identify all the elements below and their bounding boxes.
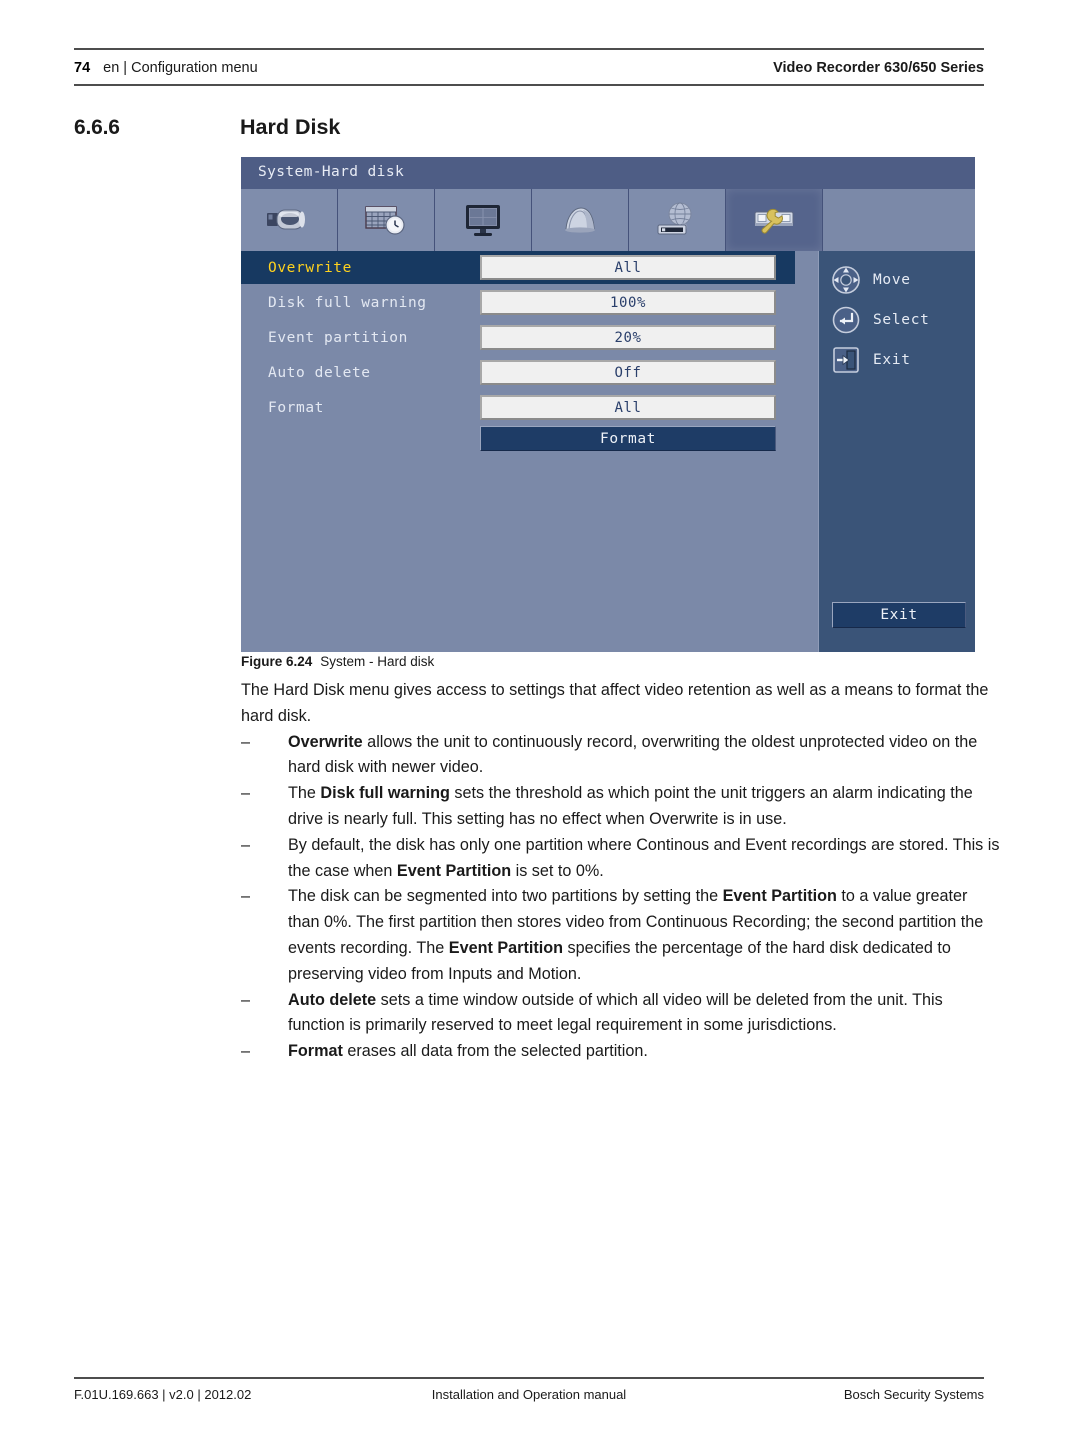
toolbar-tab-display[interactable] — [435, 189, 532, 251]
bullet-term: Auto delete — [288, 990, 377, 1009]
setting-row-auto-delete[interactable]: Auto delete Off — [241, 356, 795, 389]
setting-value-field[interactable]: Off — [480, 360, 776, 385]
toolbar-spacer — [823, 189, 975, 251]
format-button[interactable]: Format — [480, 426, 776, 451]
dpad-icon — [829, 263, 863, 297]
setting-value: 20% — [614, 329, 642, 346]
bullet-text: is set to 0%. — [511, 861, 604, 880]
nav-hint-move: Move — [829, 261, 969, 299]
bullet-text: erases all data from the selected partit… — [342, 1042, 648, 1061]
bullet-term: Event Partition — [448, 938, 564, 957]
header-rule-top — [74, 48, 984, 50]
display-icon — [466, 205, 500, 236]
setting-label: Auto delete — [268, 364, 371, 381]
nav-hint-exit: Exit — [829, 341, 969, 379]
page-footer: F.01U.169.663 | v2.0 | 2012.02 Installat… — [74, 1383, 984, 1405]
setting-value: Off — [614, 364, 642, 381]
footer-rule — [74, 1377, 984, 1379]
page-title: Hard Disk — [240, 115, 341, 139]
setting-row-format[interactable]: Format All — [241, 391, 795, 424]
bullet-item: – Format erases all data from the selecte… — [241, 1039, 1001, 1065]
bullet-dash: – — [241, 732, 251, 751]
schedule-icon — [365, 206, 405, 235]
document-page: 74 en | Configuration menu Video Recorde… — [0, 0, 1080, 1441]
header-rule-bottom — [74, 84, 984, 86]
footer-manual-title: Installation and Operation manual — [431, 1386, 627, 1402]
toolbar-tab-alarm[interactable] — [532, 189, 629, 251]
bullet-list: – Overwrite allows the unit to continuous… — [241, 730, 1001, 1065]
nav-label: Select — [873, 312, 930, 328]
bullet-term: Format — [288, 1042, 343, 1061]
exit-button-label: Exit — [880, 607, 918, 623]
bullet-term: Event Partition — [722, 887, 837, 906]
format-button-label: Format — [600, 430, 656, 447]
setting-row-disk-full-warning[interactable]: Disk full warning 100% — [241, 286, 795, 319]
setting-row-overwrite[interactable]: Overwrite All — [241, 251, 795, 284]
device-titlebar: System-Hard disk — [241, 157, 975, 190]
figure-caption: Figure 6.24 System - Hard disk — [241, 654, 434, 669]
device-window-title: System-Hard disk — [258, 164, 405, 180]
setting-label: Format — [268, 399, 324, 416]
header-product-title: Video Recorder 630/650 Series — [773, 60, 984, 76]
figure-caption-text: System - Hard disk — [320, 654, 435, 669]
bullet-text: The disk can be segmented into two parti… — [288, 887, 723, 906]
device-menu-screenshot: System-Hard disk Overwrite All Disk full… — [241, 157, 975, 652]
system-icon — [754, 208, 794, 234]
nav-hint-select: Select — [829, 301, 969, 339]
page-number: 74 — [74, 60, 91, 76]
camera-icon — [267, 209, 305, 230]
setting-label: Overwrite — [268, 259, 352, 276]
bullet-item: – Overwrite allows the unit to continuous… — [241, 730, 1001, 782]
bullet-text: allows the unit to continuously record, … — [288, 732, 978, 777]
bullet-item: – The disk can be segmented into two part… — [241, 884, 1001, 987]
toolbar-tab-system[interactable] — [726, 189, 823, 251]
network-icon — [657, 202, 692, 235]
bullet-dash: – — [241, 784, 251, 803]
setting-row-event-partition[interactable]: Event partition 20% — [241, 321, 795, 354]
toolbar-tab-schedule[interactable] — [338, 189, 435, 251]
bullet-text: By default, the disk has only one partit… — [288, 835, 1000, 880]
setting-label: Event partition — [268, 329, 408, 346]
bullet-text: sets a time window outside of which all … — [288, 990, 943, 1035]
bullet-item: – The Disk full warning sets the threshol… — [241, 781, 1001, 833]
intro-paragraph: The Hard Disk menu gives access to setti… — [241, 681, 989, 725]
setting-value: All — [614, 259, 642, 276]
bullet-term: Disk full warning — [320, 784, 450, 803]
header-breadcrumb: en | Configuration menu — [103, 60, 258, 76]
bullet-dash: – — [241, 835, 251, 854]
setting-label: Disk full warning — [268, 294, 427, 311]
bullet-text: The — [288, 784, 321, 803]
bullet-term: Event Partition — [396, 861, 512, 880]
toolbar-tab-camera[interactable] — [241, 189, 338, 251]
setting-value: All — [614, 399, 642, 416]
device-nav-panel: Move Select Exit Exit — [818, 251, 975, 652]
setting-value-field[interactable]: All — [480, 255, 776, 280]
setting-value: 100% — [609, 294, 647, 311]
bullet-dash: – — [241, 1042, 251, 1061]
nav-label: Move — [873, 272, 911, 288]
bullet-term: Overwrite — [288, 732, 363, 751]
bullet-item: – Auto delete sets a time window outside … — [241, 988, 1001, 1040]
exit-button[interactable]: Exit — [832, 602, 966, 628]
alarm-icon — [565, 207, 595, 233]
bullet-item: – By default, the disk has only one parti… — [241, 833, 1001, 885]
setting-value-field[interactable]: 20% — [480, 325, 776, 350]
setting-value-field[interactable]: All — [480, 395, 776, 420]
toolbar-tab-network[interactable] — [629, 189, 726, 251]
device-toolbar — [241, 189, 975, 251]
nav-label: Exit — [873, 352, 911, 368]
bullet-dash: – — [241, 990, 251, 1009]
figure-label: Figure 6.24 — [241, 654, 313, 669]
setting-value-field[interactable]: 100% — [480, 290, 776, 315]
bullet-dash: – — [241, 887, 251, 906]
page-header: 74 en | Configuration menu Video Recorde… — [74, 55, 984, 81]
exit-door-icon — [829, 343, 863, 377]
section-number: 6.6.6 — [74, 116, 120, 139]
body-copy: The Hard Disk menu gives access to setti… — [241, 678, 1001, 1065]
enter-arrow-icon — [829, 303, 863, 337]
